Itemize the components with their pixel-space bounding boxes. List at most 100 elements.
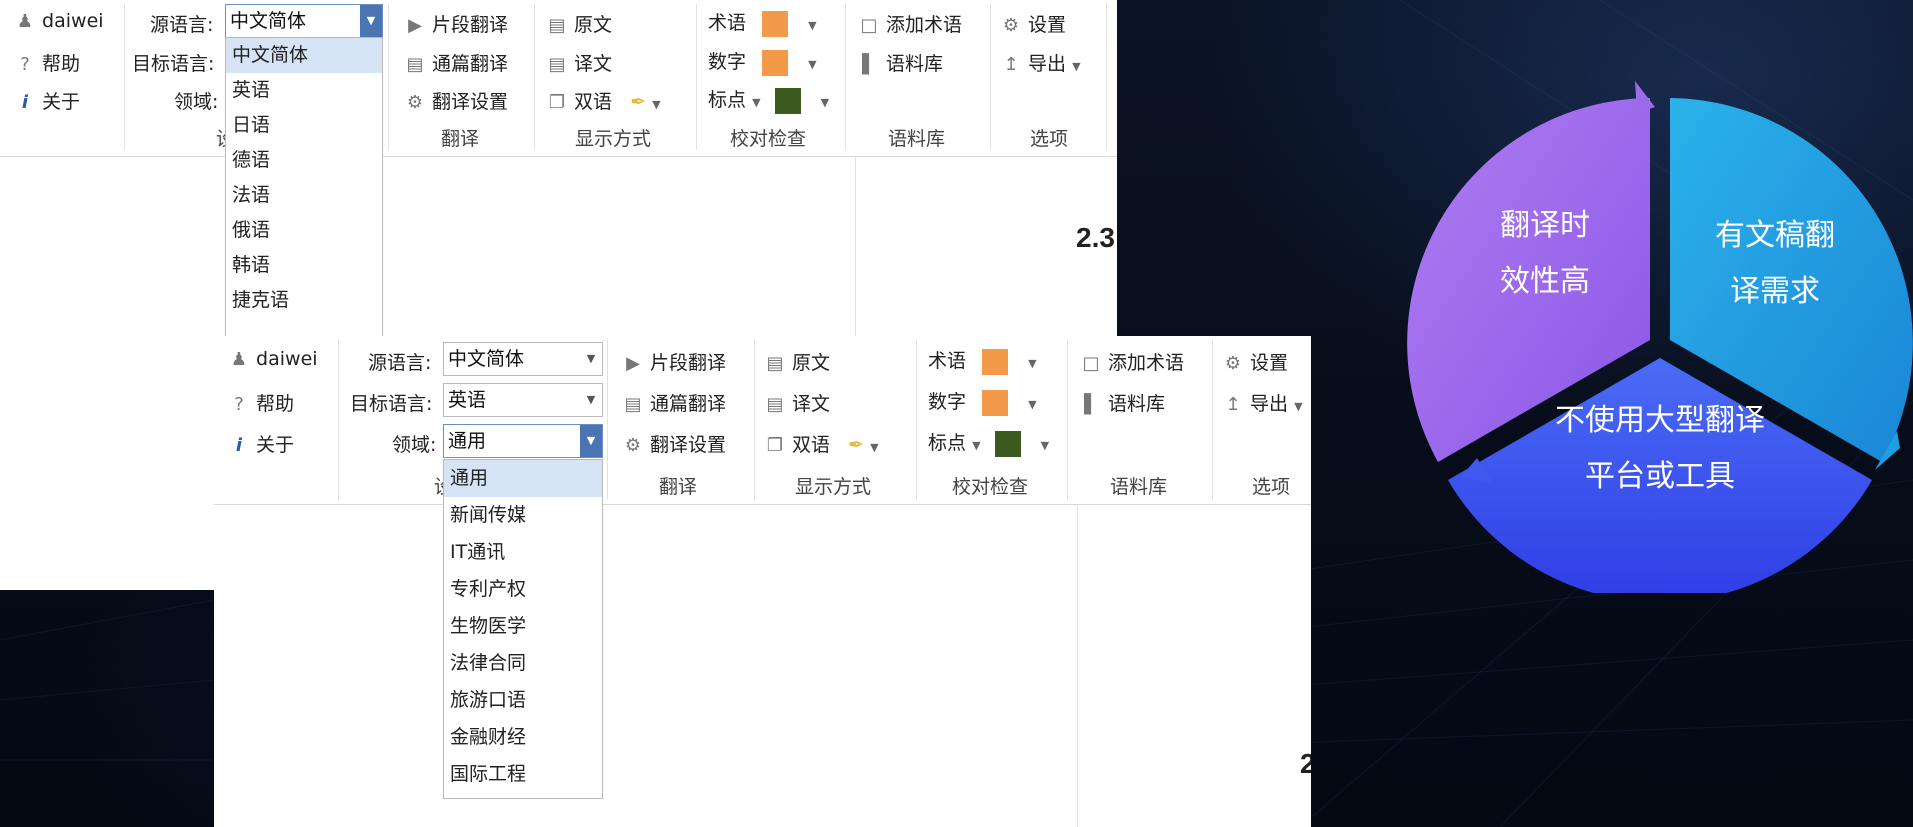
caret-down-icon[interactable]: ▼: [1041, 439, 1049, 452]
number-color-swatch[interactable]: [982, 389, 1009, 416]
dropdown-option[interactable]: 金融财经: [444, 719, 602, 756]
export-button[interactable]: ↥ 导出 ▼: [1222, 389, 1302, 416]
target-language-select[interactable]: 英语 ▼: [443, 383, 603, 417]
bar-chart-icon: ▌: [862, 54, 876, 75]
punct-color-control[interactable]: 标点 ▼ ▼: [928, 428, 1049, 457]
caret-down-icon[interactable]: ▼: [652, 98, 660, 111]
dropdown-option[interactable]: 旅游口语: [444, 682, 602, 719]
domain-label: 领域:: [392, 434, 437, 456]
add-term-button[interactable]: □ 添加术语: [858, 10, 962, 37]
about-button[interactable]: i 关于: [228, 430, 294, 457]
group-label-corpus: 语料库: [1110, 476, 1168, 498]
document-icon: ▤: [624, 394, 642, 415]
number-color-control[interactable]: 数字 ▼: [708, 47, 817, 76]
caret-down-icon[interactable]: ▼: [1294, 400, 1302, 413]
separator: [916, 340, 917, 500]
caret-down-icon[interactable]: ▼: [972, 439, 980, 452]
caret-down-icon[interactable]: ▼: [1072, 60, 1080, 73]
dropdown-option[interactable]: 德语: [226, 143, 382, 178]
segment-translate-button[interactable]: ▶ 片段翻译: [622, 348, 726, 375]
separator: [534, 4, 535, 150]
dropdown-option[interactable]: 韩语: [226, 248, 382, 283]
add-term-button[interactable]: □ 添加术语: [1080, 348, 1184, 375]
number-color-control[interactable]: 数字 ▼: [928, 387, 1037, 416]
corpus-button[interactable]: ▌ 语料库: [1080, 389, 1165, 416]
dropdown-option[interactable]: 俄语: [226, 213, 382, 248]
source-view-button[interactable]: ▤ 原文: [546, 10, 612, 37]
gear-icon: ⚙: [1002, 15, 1020, 36]
chevron-down-icon[interactable]: ▼: [580, 384, 602, 416]
translate-settings-button[interactable]: ⚙ 翻译设置: [404, 87, 508, 114]
document-icon: ▤: [406, 54, 424, 75]
term-color-control[interactable]: 术语 ▼: [928, 346, 1037, 375]
punct-color-swatch[interactable]: [994, 430, 1021, 457]
dropdown-option[interactable]: 通用: [444, 460, 602, 497]
source-language-select[interactable]: 中文简体 ▼: [443, 342, 603, 376]
caret-down-icon[interactable]: ▼: [1028, 398, 1036, 411]
gear-icon: ⚙: [1224, 353, 1242, 374]
help-icon: ?: [234, 394, 244, 415]
full-translate-button[interactable]: ▤ 通篇翻译: [622, 389, 726, 416]
separator: [990, 4, 991, 150]
dropdown-option[interactable]: 捷克语: [226, 283, 382, 318]
punct-color-swatch[interactable]: [774, 87, 801, 114]
caret-down-icon[interactable]: ▼: [752, 96, 760, 109]
settings-button[interactable]: ⚙ 设置: [1000, 10, 1066, 37]
separator: [1212, 340, 1213, 500]
separator: [1067, 340, 1068, 500]
dropdown-option[interactable]: IT通讯: [444, 534, 602, 571]
pen-icon[interactable]: ✒: [848, 434, 864, 456]
dropdown-option[interactable]: 专利产权: [444, 571, 602, 608]
help-button[interactable]: ? 帮助: [228, 389, 294, 416]
separator: [338, 340, 339, 500]
caret-down-icon[interactable]: ▼: [808, 58, 816, 71]
dropdown-option[interactable]: 国际工程: [444, 756, 602, 793]
source-language-select[interactable]: 中文简体 ▼: [225, 4, 383, 38]
chevron-down-icon[interactable]: ▼: [580, 343, 602, 375]
cycle-diagram-graphic: [1407, 81, 1913, 603]
chevron-down-icon[interactable]: ▼: [580, 425, 602, 457]
gear-icon: ⚙: [406, 92, 424, 113]
user-item[interactable]: ♟ daiwei: [228, 348, 318, 370]
dropdown-option[interactable]: 法语: [226, 178, 382, 213]
target-view-button[interactable]: ▤ 译文: [764, 389, 830, 416]
caret-down-icon[interactable]: ▼: [808, 19, 816, 32]
separator: [696, 4, 697, 150]
pen-icon[interactable]: ✒: [630, 91, 646, 113]
bilingual-view-button[interactable]: ❐ 双语 ✒ ▼: [546, 87, 661, 114]
about-button[interactable]: i 关于: [14, 87, 80, 114]
upload-icon: ↥: [1225, 394, 1241, 415]
dropdown-option[interactable]: 英语: [226, 73, 382, 108]
domain-select[interactable]: 通用 ▼: [443, 424, 603, 458]
caret-down-icon[interactable]: ▼: [870, 441, 878, 454]
target-view-button[interactable]: ▤ 译文: [546, 49, 612, 76]
source-view-button[interactable]: ▤ 原文: [764, 348, 830, 375]
dropdown-option[interactable]: 生物医学: [444, 608, 602, 645]
full-translate-button[interactable]: ▤ 通篇翻译: [404, 49, 508, 76]
settings-button[interactable]: ⚙ 设置: [1222, 348, 1288, 375]
dropdown-option[interactable]: 中文简体: [226, 38, 382, 73]
corpus-button[interactable]: ▌ 语料库: [858, 49, 943, 76]
punct-color-control[interactable]: 标点 ▼ ▼: [708, 85, 829, 114]
bar-chart-icon: ▌: [1084, 394, 1098, 415]
term-color-swatch[interactable]: [762, 10, 789, 37]
dropdown-option[interactable]: 新闻传媒: [444, 497, 602, 534]
source-language-dropdown: 中文简体 英语 日语 德语 法语 俄语 韩语 捷克语: [225, 37, 383, 347]
term-color-control[interactable]: 术语 ▼: [708, 8, 817, 37]
dropdown-option[interactable]: 法律合同: [444, 645, 602, 682]
number-color-swatch[interactable]: [762, 49, 789, 76]
caret-down-icon[interactable]: ▼: [1028, 357, 1036, 370]
caret-down-icon[interactable]: ▼: [821, 96, 829, 109]
text-lines-icon: ▤: [766, 394, 784, 415]
separator: [1106, 4, 1107, 150]
bilingual-view-button[interactable]: ❐ 双语 ✒ ▼: [764, 430, 879, 457]
export-button[interactable]: ↥ 导出 ▼: [1000, 49, 1080, 76]
term-color-swatch[interactable]: [982, 348, 1009, 375]
segment-translate-button[interactable]: ▶ 片段翻译: [404, 10, 508, 37]
dropdown-option[interactable]: 日语: [226, 108, 382, 143]
translate-settings-button[interactable]: ⚙ 翻译设置: [622, 430, 726, 457]
help-button[interactable]: ? 帮助: [14, 49, 80, 76]
user-item[interactable]: ♟ daiwei: [14, 10, 104, 32]
target-language-label: 目标语言:: [350, 393, 433, 415]
chevron-down-icon[interactable]: ▼: [360, 5, 382, 37]
